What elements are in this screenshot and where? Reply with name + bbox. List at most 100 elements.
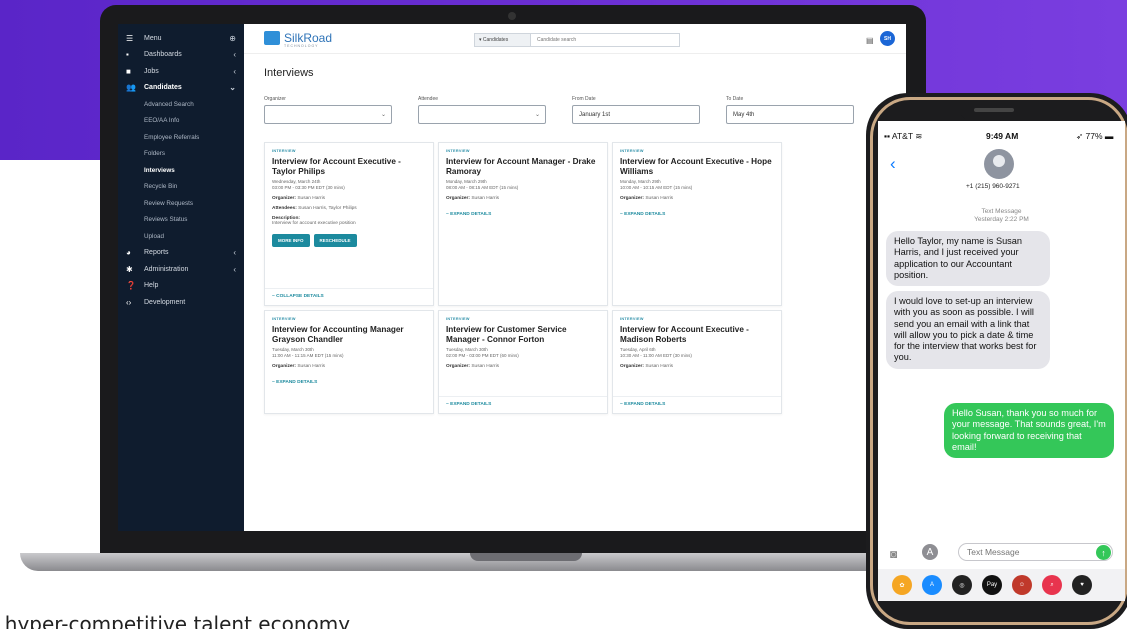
chevron-down-icon: ⌄ — [534, 112, 540, 118]
interview-title: Interview for Account Executive - Taylor… — [272, 157, 401, 176]
interview-title: Interview for Account Executive - Madiso… — [620, 325, 749, 344]
interview-card: INTERVIEW Interview for Account Executiv… — [612, 142, 782, 306]
sidebar-item-reports[interactable]: ◕ Reports ‹ — [118, 245, 244, 262]
sidebar-item-administration[interactable]: ✱ Administration ‹ — [118, 261, 244, 278]
search-scope-select[interactable]: ▾ Candidates — [475, 34, 531, 46]
more-info-button[interactable]: MORE INFO — [272, 234, 310, 247]
message-bubble-incoming: I would love to set-up an interview with… — [886, 291, 1050, 369]
chevron-left-icon: ‹ — [233, 50, 236, 60]
app-sidebar: ☰ Menu ⊕ ▪ Dashboards ‹ ■ Jobs ‹ 👥 Candi… — [118, 24, 244, 531]
sidebar-sub-advanced-search[interactable]: Advanced Search — [118, 96, 244, 113]
dashboard-icon: ▪ — [126, 50, 129, 60]
sidebar-sub-employee-referrals[interactable]: Employee Referrals — [118, 129, 244, 146]
to-date-filter: To Date May 4th — [726, 96, 854, 124]
silkroad-logo[interactable]: SilkRoad — [264, 31, 332, 45]
appstore-app-icon[interactable]: A — [922, 575, 942, 595]
expand-details-link[interactable]: ~ EXPAND DETAILS — [272, 380, 426, 385]
sidebar-item-development[interactable]: ‹› Development — [118, 294, 244, 311]
sidebar-item-help[interactable]: ❓ Help — [118, 278, 244, 295]
message-timestamp: Text Message Yesterday 2:22 PM — [974, 208, 1029, 223]
reschedule-button[interactable]: RESCHEDULE — [313, 234, 357, 247]
candidate-search-input[interactable] — [531, 34, 679, 46]
compose-bar: ◙ A ↑ — [878, 539, 1125, 569]
laptop-base-notch — [470, 553, 582, 561]
laptop-screen: ☰ Menu ⊕ ▪ Dashboards ‹ ■ Jobs ‹ 👥 Candi… — [118, 24, 906, 531]
app-main: SilkRoad TECHNOLOGY ▾ Candidates ▤ SH In… — [244, 24, 906, 531]
collapse-details-link[interactable]: ~ COLLAPSE DETAILS — [272, 294, 324, 299]
sidebar-sub-reviews-status[interactable]: Reviews Status — [118, 212, 244, 229]
phone-screen: ▪▪ AT&T ≋ 9:49 AM ➶ 77% ▬ ‹ +1 (215) 960… — [878, 121, 1125, 601]
photos-app-icon[interactable]: ✿ — [892, 575, 912, 595]
battery-indicator: ➶ 77% ▬ — [1076, 131, 1114, 141]
add-circle-icon[interactable]: ⊕ — [229, 34, 236, 43]
briefcase-icon: ■ — [126, 66, 131, 76]
logo-subtitle: TECHNOLOGY — [284, 44, 319, 48]
sidebar-sub-interviews[interactable]: Interviews — [118, 162, 244, 179]
message-bubble-incoming: Hello Taylor, my name is Susan Harris, a… — [886, 231, 1050, 287]
interview-title: Interview for Account Executive - Hope W… — [620, 157, 772, 176]
back-chevron-icon[interactable]: ‹ — [890, 154, 896, 174]
expand-details-link[interactable]: ~ EXPAND DETAILS — [620, 212, 774, 217]
laptop-camera — [508, 12, 516, 20]
tagline-text: s hyper-competitive talent economy — [0, 612, 351, 629]
sidebar-sub-folders[interactable]: Folders — [118, 146, 244, 163]
interview-card: INTERVIEW Interview for Account Executiv… — [264, 142, 434, 306]
pie-chart-icon: ◕ — [126, 248, 131, 258]
help-icon: ❓ — [126, 281, 136, 291]
status-time: 9:49 AM — [986, 131, 1019, 141]
gear-icon: ✱ — [126, 264, 133, 274]
imessage-app-tray: ✿ A ◎ Pay ☺ ⌕ ♥ — [878, 569, 1125, 601]
message-bubble-outgoing: Hello Susan, thank you so much for your … — [944, 403, 1114, 459]
organizer-select[interactable]: ⌄ — [264, 105, 392, 124]
user-avatar[interactable]: SH — [880, 31, 895, 46]
chevron-left-icon: ‹ — [233, 66, 236, 76]
from-date-filter: From Date January 1st — [572, 96, 700, 124]
organizer-filter: Organizer ⌄ — [264, 96, 392, 124]
memoji-app-icon[interactable]: ☺ — [1012, 575, 1032, 595]
to-date-input[interactable]: May 4th — [726, 105, 854, 124]
message-input[interactable] — [958, 543, 1113, 561]
sidebar-sub-upload[interactable]: Upload — [118, 228, 244, 245]
contact-avatar[interactable] — [984, 149, 1014, 179]
phone-speaker — [974, 108, 1014, 112]
activity-app-icon[interactable]: ◎ — [952, 575, 972, 595]
interview-card: INTERVIEW Interview for Customer Service… — [438, 310, 608, 414]
interview-card: INTERVIEW Interview for Account Manager … — [438, 142, 608, 306]
page-title: Interviews — [264, 67, 314, 79]
apple-pay-icon[interactable]: Pay — [982, 575, 1002, 595]
interview-title: Interview for Account Manager - Drake Ra… — [446, 157, 596, 176]
sidebar-item-candidates[interactable]: 👥 Candidates ⌄ — [118, 80, 244, 97]
search-images-icon[interactable]: ⌕ — [1042, 575, 1062, 595]
chevron-down-icon: ⌄ — [229, 83, 236, 93]
expand-details-link[interactable]: ~ EXPAND DETAILS — [620, 402, 665, 407]
app-store-icon[interactable]: A — [922, 544, 938, 560]
sidebar-item-jobs[interactable]: ■ Jobs ‹ — [118, 63, 244, 80]
from-date-input[interactable]: January 1st — [572, 105, 700, 124]
chat-icon[interactable]: ▤ — [866, 36, 874, 45]
carrier-label: ▪▪ AT&T ≋ — [884, 131, 923, 141]
sidebar-item-menu[interactable]: ☰ Menu ⊕ — [118, 30, 244, 47]
silkroad-logo-icon — [264, 31, 280, 45]
expand-details-link[interactable]: ~ EXPAND DETAILS — [446, 402, 491, 407]
attendee-filter: Attendee ⌄ — [418, 96, 546, 124]
sidebar-sub-eeo-info[interactable]: EEO/AA Info — [118, 113, 244, 130]
expand-details-link[interactable]: ~ EXPAND DETAILS — [446, 212, 600, 217]
sidebar-item-dashboards[interactable]: ▪ Dashboards ‹ — [118, 47, 244, 64]
camera-icon[interactable]: ◙ — [890, 547, 897, 561]
interview-card: INTERVIEW Interview for Account Executiv… — [612, 310, 782, 414]
chevron-left-icon: ‹ — [233, 264, 236, 274]
interview-title: Interview for Customer Service Manager -… — [446, 325, 567, 344]
app-topbar: SilkRoad TECHNOLOGY ▾ Candidates ▤ SH — [244, 24, 906, 54]
chevron-left-icon: ‹ — [233, 248, 236, 258]
hamburger-icon: ☰ — [126, 33, 134, 43]
digital-touch-icon[interactable]: ♥ — [1072, 575, 1092, 595]
code-icon: ‹› — [126, 297, 132, 307]
interview-card: INTERVIEW Interview for Accounting Manag… — [264, 310, 434, 414]
send-arrow-icon[interactable]: ↑ — [1096, 545, 1111, 560]
attendee-select[interactable]: ⌄ — [418, 105, 546, 124]
search-bar: ▾ Candidates — [474, 33, 680, 47]
sidebar-sub-recycle-bin[interactable]: Recycle Bin — [118, 179, 244, 196]
contact-number[interactable]: +1 (215) 960-9271 — [966, 183, 1020, 190]
interview-title: Interview for Accounting Manager Grayson… — [272, 325, 404, 344]
sidebar-sub-review-requests[interactable]: Review Requests — [118, 195, 244, 212]
